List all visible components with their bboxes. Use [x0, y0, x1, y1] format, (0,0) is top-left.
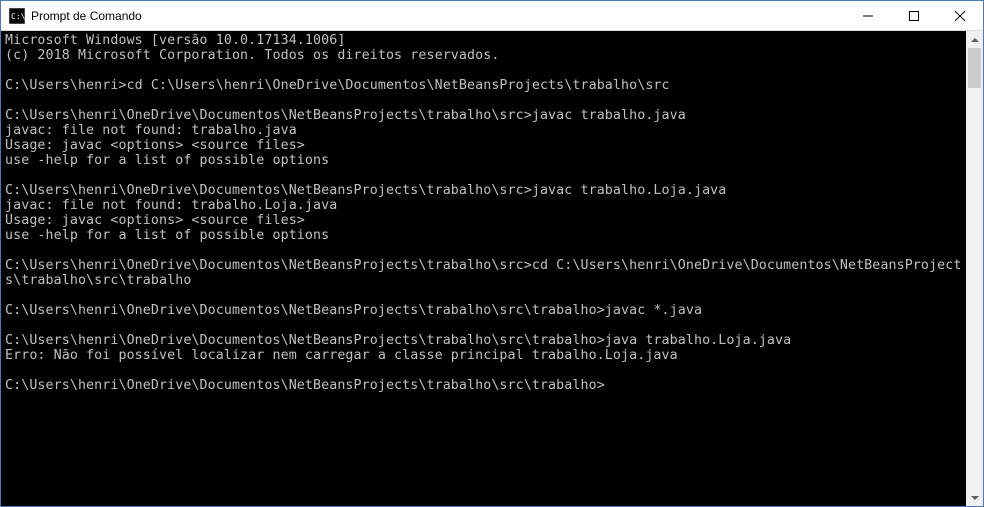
terminal-line: C:\Users\henri\OneDrive\Documentos\NetBe… [5, 108, 962, 123]
scroll-thumb[interactable] [968, 48, 981, 88]
terminal-line [5, 363, 962, 378]
terminal-line: Usage: javac <options> <source files> [5, 213, 962, 228]
close-button[interactable] [937, 1, 983, 30]
terminal-line: C:\Users\henri\OneDrive\Documentos\NetBe… [5, 333, 962, 348]
terminal-line [5, 168, 962, 183]
terminal-line: Erro: Não foi possível localizar nem car… [5, 348, 962, 363]
terminal-line: Usage: javac <options> <source files> [5, 138, 962, 153]
cmd-icon: C:\ [9, 8, 25, 24]
terminal-line: C:\Users\henri\OneDrive\Documentos\NetBe… [5, 303, 962, 318]
terminal-output[interactable]: Microsoft Windows [versão 10.0.17134.100… [1, 31, 966, 506]
vertical-scrollbar[interactable] [966, 31, 983, 506]
terminal-line: javac: file not found: trabalho.java [5, 123, 962, 138]
scroll-down-button[interactable] [966, 489, 983, 506]
terminal-line: C:\Users\henri\OneDrive\Documentos\NetBe… [5, 378, 962, 393]
titlebar[interactable]: C:\ Prompt de Comando [1, 1, 983, 31]
window-title: Prompt de Comando [31, 9, 845, 23]
terminal-line: C:\Users\henri>cd C:\Users\henri\OneDriv… [5, 78, 962, 93]
client-area: Microsoft Windows [versão 10.0.17134.100… [1, 31, 983, 506]
terminal-line [5, 93, 962, 108]
terminal-line [5, 318, 962, 333]
terminal-line: use -help for a list of possible options [5, 153, 962, 168]
terminal-line: javac: file not found: trabalho.Loja.jav… [5, 198, 962, 213]
terminal-line: use -help for a list of possible options [5, 228, 962, 243]
maximize-button[interactable] [891, 1, 937, 30]
scroll-track[interactable] [966, 48, 983, 489]
terminal-line [5, 243, 962, 258]
terminal-line: C:\Users\henri\OneDrive\Documentos\NetBe… [5, 258, 962, 288]
terminal-line [5, 288, 962, 303]
window-controls [845, 1, 983, 30]
terminal-line: C:\Users\henri\OneDrive\Documentos\NetBe… [5, 183, 962, 198]
svg-text:C:\: C:\ [11, 12, 25, 21]
scroll-up-button[interactable] [966, 31, 983, 48]
terminal-line: Microsoft Windows [versão 10.0.17134.100… [5, 33, 962, 48]
terminal-line: (c) 2018 Microsoft Corporation. Todos os… [5, 48, 962, 63]
terminal-line [5, 63, 962, 78]
minimize-button[interactable] [845, 1, 891, 30]
